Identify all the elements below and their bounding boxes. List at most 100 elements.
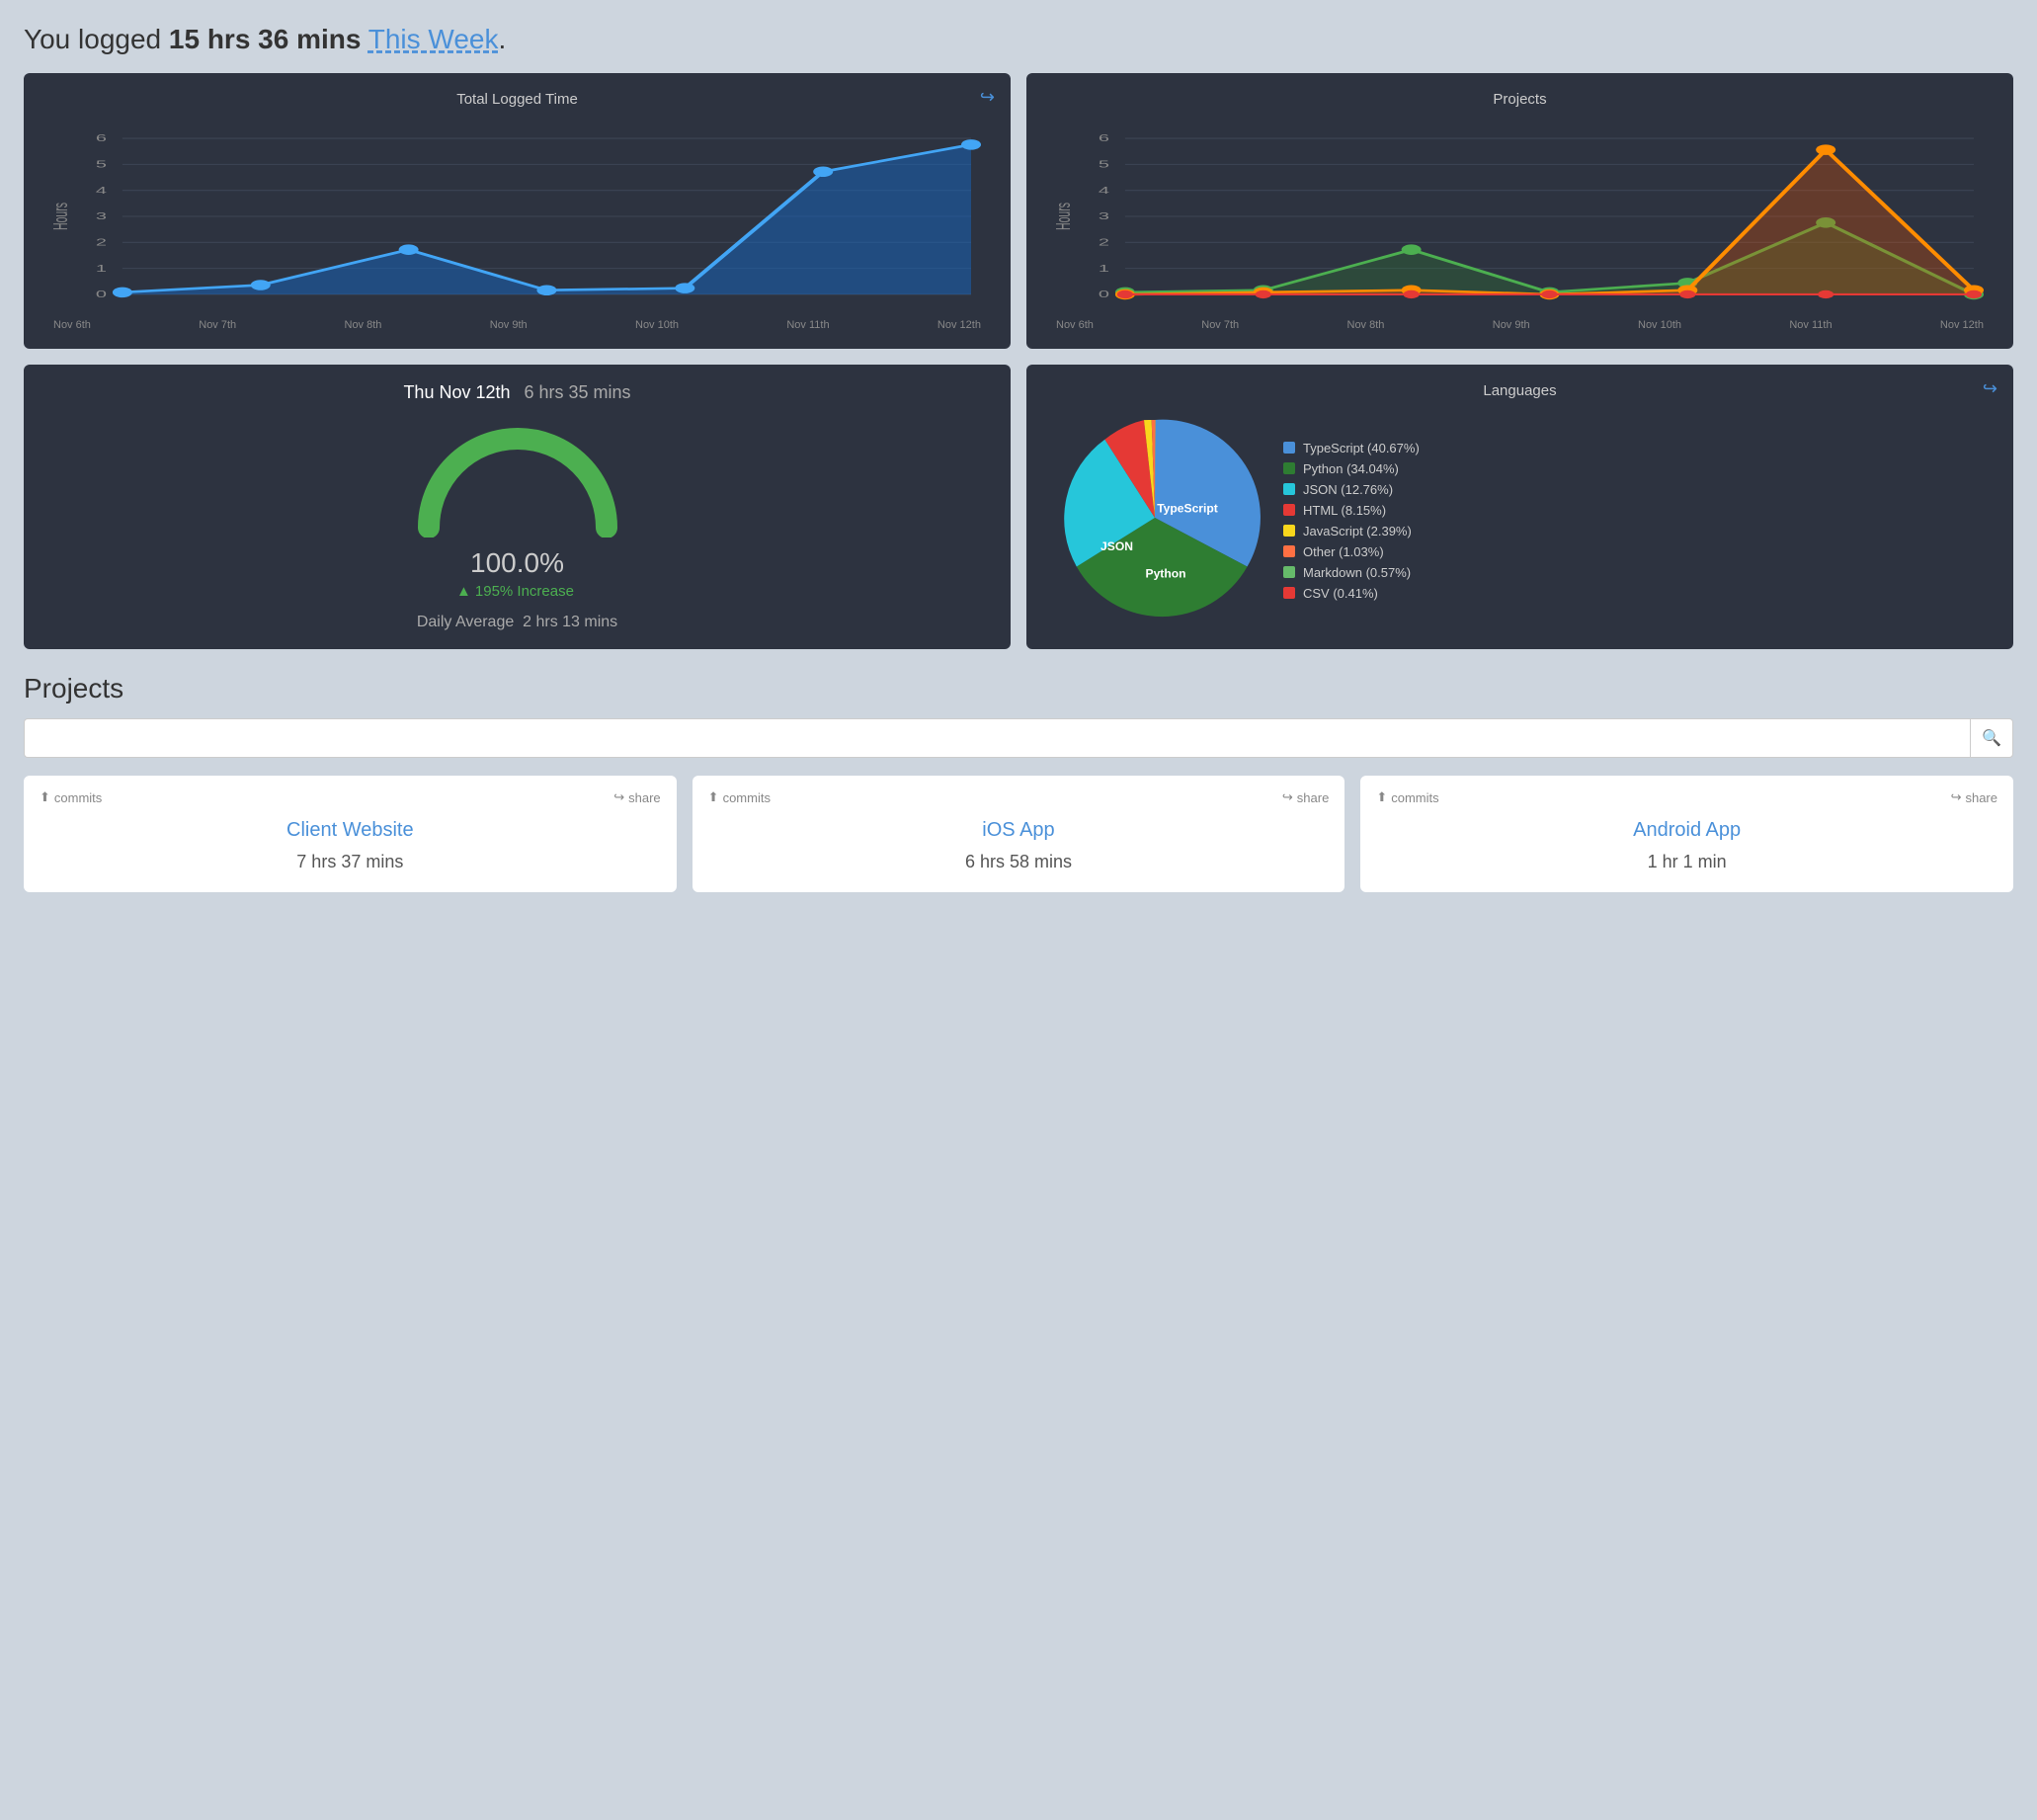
share-icon-total[interactable]: ↪ — [980, 87, 995, 108]
svg-text:1: 1 — [1099, 263, 1109, 274]
legend-dot-markdown — [1283, 566, 1295, 578]
search-button[interactable]: 🔍 — [1970, 718, 2013, 758]
svg-text:TypeScript: TypeScript — [1157, 502, 1218, 516]
share-icon-languages[interactable]: ↪ — [1983, 378, 1997, 399]
search-input[interactable] — [24, 718, 1970, 758]
projects-chart-title: Projects — [1046, 91, 1994, 108]
share-link-2[interactable]: ↪ share — [1282, 789, 1329, 805]
gauge-svg — [409, 419, 626, 538]
legend-dot-html — [1283, 504, 1295, 516]
commits-link-3[interactable]: ⬆ commits — [1376, 789, 1438, 805]
legend-javascript: JavaScript (2.39%) — [1283, 524, 1994, 538]
legend-label-javascript: JavaScript (2.39%) — [1303, 524, 1412, 538]
projects-section-title: Projects — [24, 673, 2013, 704]
total-logged-card: ↪ Total Logged Time 0 1 2 3 4 5 6 — [24, 73, 1011, 349]
project-card-client-website: ⬆ commits ↪ share Client Website 7 hrs 3… — [24, 776, 677, 892]
project-card-top-3: ⬆ commits ↪ share — [1376, 789, 1997, 805]
languages-legend: TypeScript (40.67%) Python (34.04%) JSON… — [1283, 441, 1994, 601]
svg-text:JSON: JSON — [1100, 539, 1133, 553]
daily-date: Thu Nov 12th — [403, 382, 510, 403]
legend-json: JSON (12.76%) — [1283, 482, 1994, 497]
header-prefix: You logged — [24, 24, 169, 54]
commits-icon-2: ⬆ — [708, 789, 719, 805]
project-name-2[interactable]: iOS App — [708, 819, 1330, 842]
commits-link-2[interactable]: ⬆ commits — [708, 789, 771, 805]
project-card-android-app: ⬆ commits ↪ share Android App 1 hr 1 min — [1360, 776, 2013, 892]
legend-typescript: TypeScript (40.67%) — [1283, 441, 1994, 455]
svg-text:Hours: Hours — [51, 203, 72, 230]
share-icon-1: ↪ — [613, 789, 624, 805]
share-label-2: share — [1297, 790, 1330, 805]
total-x-labels: Nov 6th Nov 7th Nov 8th Nov 9th Nov 10th… — [43, 319, 991, 331]
legend-dot-csv — [1283, 587, 1295, 599]
commits-icon-1: ⬆ — [40, 789, 50, 805]
project-name-1[interactable]: Client Website — [40, 819, 661, 842]
total-logged-title: Total Logged Time — [43, 91, 991, 108]
increase-text: 195% Increase — [475, 583, 574, 600]
project-card-ios-app: ⬆ commits ↪ share iOS App 6 hrs 58 mins — [693, 776, 1345, 892]
svg-text:2: 2 — [96, 237, 107, 248]
legend-label-other: Other (1.03%) — [1303, 544, 1384, 559]
projects-x-labels: Nov 6th Nov 7th Nov 8th Nov 9th Nov 10th… — [1046, 319, 1994, 331]
project-name-3[interactable]: Android App — [1376, 819, 1997, 842]
commits-link-1[interactable]: ⬆ commits — [40, 789, 102, 805]
svg-text:5: 5 — [1099, 159, 1109, 170]
share-icon-2: ↪ — [1282, 789, 1293, 805]
svg-text:Python: Python — [1146, 567, 1186, 581]
legend-label-html: HTML (8.15%) — [1303, 503, 1386, 518]
pie-chart: TypeScript Python JSON — [1046, 409, 1263, 631]
legend-label-python: Python (34.04%) — [1303, 461, 1399, 476]
projects-chart-card: Projects 0 1 2 3 4 5 6 Hours — [1026, 73, 2013, 349]
projects-grid: ⬆ commits ↪ share Client Website 7 hrs 3… — [24, 776, 2013, 892]
projects-chart-area: 0 1 2 3 4 5 6 Hours — [1046, 118, 1994, 315]
svg-text:1: 1 — [96, 263, 107, 274]
daily-avg-time: 2 hrs 13 mins — [523, 614, 617, 630]
this-week-link[interactable]: This Week — [368, 24, 499, 54]
commits-label-3: commits — [1391, 790, 1438, 805]
header: You logged 15 hrs 36 mins This Week. — [24, 24, 2013, 55]
svg-text:0: 0 — [96, 290, 107, 300]
svg-text:Hours: Hours — [1054, 203, 1075, 230]
legend-label-json: JSON (12.76%) — [1303, 482, 1393, 497]
pie-svg: TypeScript Python JSON — [1046, 409, 1263, 626]
legend-dot-javascript — [1283, 525, 1295, 537]
svg-text:4: 4 — [1099, 185, 1109, 196]
bottom-charts-row: Thu Nov 12th 6 hrs 35 mins 100.0% ▲195% … — [24, 365, 2013, 649]
legend-label-typescript: TypeScript (40.67%) — [1303, 441, 1420, 455]
legend-dot-typescript — [1283, 442, 1295, 454]
search-bar: 🔍 — [24, 718, 2013, 758]
languages-content: TypeScript Python JSON TypeScript (40.67… — [1046, 409, 1994, 631]
daily-header: Thu Nov 12th 6 hrs 35 mins — [43, 382, 991, 403]
search-icon: 🔍 — [1982, 728, 2001, 748]
projects-chart-svg: 0 1 2 3 4 5 6 Hours — [1046, 118, 1994, 315]
share-link-1[interactable]: ↪ share — [613, 789, 660, 805]
languages-card: ↪ Languages — [1026, 365, 2013, 649]
legend-dot-python — [1283, 462, 1295, 474]
gauge-percent: 100.0% — [470, 547, 564, 579]
svg-text:6: 6 — [96, 133, 107, 144]
legend-markdown: Markdown (0.57%) — [1283, 565, 1994, 580]
share-link-3[interactable]: ↪ share — [1951, 789, 1997, 805]
project-card-top-2: ⬆ commits ↪ share — [708, 789, 1330, 805]
gauge-increase: ▲195% Increase — [456, 583, 578, 600]
header-time: 15 hrs 36 mins — [169, 24, 362, 54]
commits-label-2: commits — [723, 790, 771, 805]
svg-text:4: 4 — [96, 185, 107, 196]
project-time-3: 1 hr 1 min — [1376, 852, 1997, 872]
legend-csv: CSV (0.41%) — [1283, 586, 1994, 601]
projects-section: Projects 🔍 ⬆ commits ↪ share Client Webs… — [24, 673, 2013, 892]
daily-time: 6 hrs 35 mins — [525, 382, 631, 403]
svg-text:3: 3 — [96, 211, 107, 222]
share-label-3: share — [1965, 790, 1997, 805]
svg-text:6: 6 — [1099, 133, 1109, 144]
project-card-top-1: ⬆ commits ↪ share — [40, 789, 661, 805]
total-chart-svg: 0 1 2 3 4 5 6 Hours — [43, 118, 991, 315]
legend-other: Other (1.03%) — [1283, 544, 1994, 559]
total-logged-chart: 0 1 2 3 4 5 6 Hours — [43, 118, 991, 315]
project-time-2: 6 hrs 58 mins — [708, 852, 1330, 872]
legend-label-markdown: Markdown (0.57%) — [1303, 565, 1411, 580]
legend-dot-json — [1283, 483, 1295, 495]
project-time-1: 7 hrs 37 mins — [40, 852, 661, 872]
share-icon-3: ↪ — [1951, 789, 1962, 805]
svg-text:5: 5 — [96, 159, 107, 170]
